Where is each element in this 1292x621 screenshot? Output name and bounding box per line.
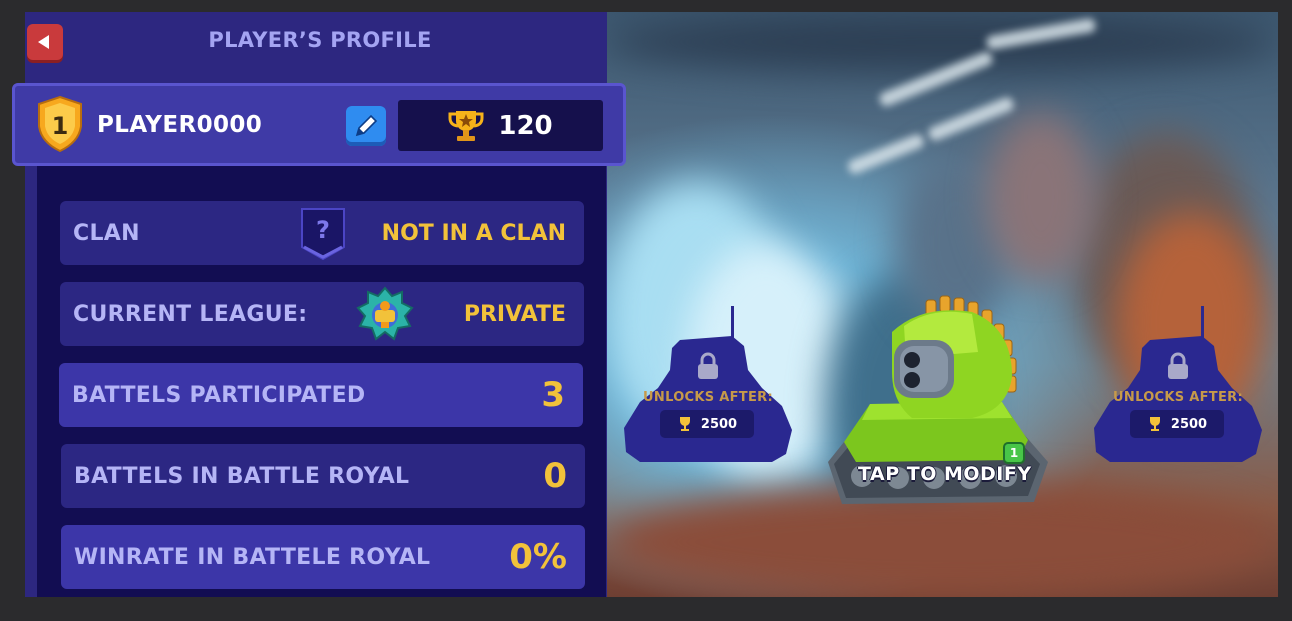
svg-text:?: ? [316,216,330,244]
unlock-trophy-requirement: 2500 [1130,410,1224,438]
unlock-trophy-count: 2500 [700,416,738,432]
trophy-counter: 120 [398,100,603,151]
unlock-trophy-count: 2500 [1170,416,1208,432]
pencil-icon [355,114,378,137]
tank-silhouette-icon [624,306,792,462]
locked-tank-slot-right[interactable]: UNLOCKS AFTER: 2500 [1092,302,1264,467]
battles-participated-label: BATTELS PARTICIPATED [72,382,366,408]
league-label: CURRENT LEAGUE: [73,301,308,327]
unlock-label: UNLOCKS AFTER: [1113,390,1243,405]
battle-royal-battles-row[interactable]: BATTELS IN BATTLE ROYAL 0 [61,444,585,508]
trophy-icon [448,110,484,141]
trophy-icon [679,417,690,431]
battle-royal-battles-label: BATTELS IN BATTLE ROYAL [74,463,410,489]
battle-royal-battles-value: 0 [543,456,567,496]
tank-silhouette-icon [1094,306,1262,462]
trophy-icon [1149,417,1160,431]
trophy-count: 120 [498,110,553,141]
battles-participated-value: 3 [541,375,565,415]
page-title: PLAYER’S PROFILE [208,28,432,52]
lock-icon [1168,352,1188,379]
winrate-value: 0% [509,537,567,577]
player-info-bar: 1 PLAYER0000 120 [12,83,626,166]
league-emblem-icon [356,286,414,341]
tap-to-modify-label[interactable]: TAP TO MODIFY [858,463,1032,485]
rank-shield-icon: 1 [38,96,82,152]
clan-row[interactable]: CLAN ? NOT IN A CLAN [60,201,584,265]
unlock-label: UNLOCKS AFTER: [643,390,773,405]
question-shield-icon: ? [301,208,345,261]
tank-level-badge: 1 [1003,442,1025,464]
unlock-trophy-requirement: 2500 [660,410,754,438]
battles-participated-row[interactable]: BATTELS PARTICIPATED 3 [59,363,583,427]
player-level: 1 [52,112,69,140]
league-value: PRIVATE [463,301,566,327]
clan-label: CLAN [73,220,140,246]
winrate-label: WINRATE IN BATTELE ROYAL [74,544,431,570]
locked-tank-slot-left[interactable]: UNLOCKS AFTER: 2500 [622,302,794,467]
winrate-row[interactable]: WINRATE IN BATTELE ROYAL 0% [61,525,585,589]
player-name: PLAYER0000 [97,112,263,138]
lock-icon [698,352,718,379]
edit-name-button[interactable] [346,106,386,146]
league-row[interactable]: CURRENT LEAGUE: PRIVATE [60,282,584,346]
clan-value: NOT IN A CLAN [381,220,566,246]
